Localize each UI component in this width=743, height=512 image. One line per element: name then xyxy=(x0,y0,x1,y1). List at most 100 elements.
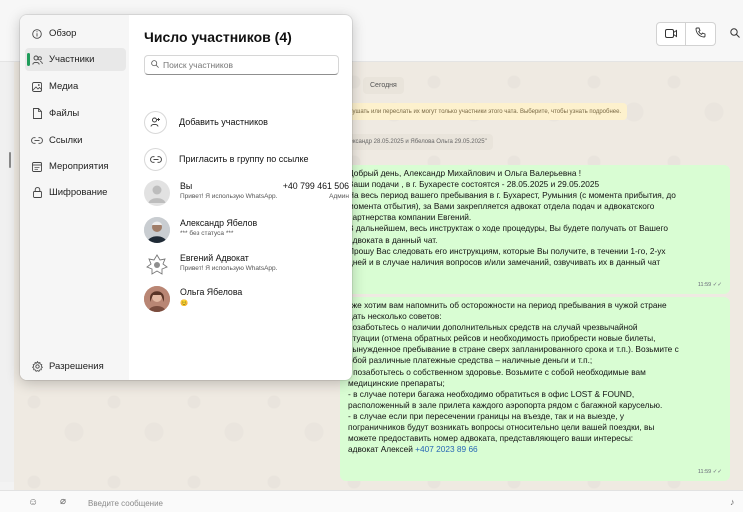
participant-status: Привет! Я использую WhatsApp. xyxy=(180,193,278,200)
participant-name: Вы xyxy=(180,181,193,191)
video-icon xyxy=(665,27,677,41)
nav-item-participants[interactable]: Участники xyxy=(25,48,126,71)
participant-name: Александр Ябелов xyxy=(180,218,258,228)
rail-selection-marker xyxy=(9,152,11,168)
invite-link-button[interactable]: Пригласить в группу по ссылке xyxy=(144,146,344,172)
double-check-icon: ✓✓ xyxy=(712,281,722,288)
avatar xyxy=(144,286,170,312)
message-line: Прошу Вас следовать его инструкциям, кот… xyxy=(348,245,666,256)
message-bubble[interactable]: кже хотим вам напомнить об осторожности … xyxy=(340,297,730,481)
double-check-icon: ✓✓ xyxy=(712,468,722,475)
nav-item-encryption[interactable]: Шифрование xyxy=(25,181,126,204)
add-participants-label: Добавить участников xyxy=(179,117,268,127)
message-line: - в случае потери багажа необходимо обра… xyxy=(348,388,635,399)
message-line: - в случае если при пересечении границы … xyxy=(348,410,625,421)
add-person-icon xyxy=(144,110,167,134)
nav-item-label: Медиа xyxy=(49,81,79,92)
chat-search-button[interactable] xyxy=(726,22,743,46)
panel-nav: Обзор Участники Медиа Файлы Ссылки Мероп… xyxy=(20,15,129,380)
search-icon xyxy=(151,60,159,70)
message-line: На весь период вашего пребывания в г. Бу… xyxy=(348,190,676,201)
nav-item-label: Мероприятия xyxy=(49,161,109,172)
add-participants-button[interactable]: Добавить участников xyxy=(144,109,344,135)
group-info-panel: Обзор Участники Медиа Файлы Ссылки Мероп… xyxy=(20,15,352,380)
link-icon xyxy=(144,147,167,171)
emoji-icon[interactable]: ☺ xyxy=(28,497,38,508)
file-icon xyxy=(25,108,49,119)
nav-item-label: Участники xyxy=(49,54,95,65)
encryption-notice[interactable]: слушать или переслать их могут только уч… xyxy=(340,103,628,120)
nav-item-permissions[interactable]: Разрешения xyxy=(25,355,126,378)
message-line: расположенный в зале прилета каждого аэр… xyxy=(348,399,663,410)
left-rail xyxy=(0,62,14,482)
message-line: медицинские препараты; xyxy=(348,377,445,388)
message-composer: ☺ ⌀ Введите сообщение ♪ xyxy=(0,490,743,512)
avatar xyxy=(144,217,170,243)
attach-icon[interactable]: ⌀ xyxy=(60,496,66,507)
participants-view: Число участников (4) Добавить участников… xyxy=(129,15,352,380)
nav-item-label: Разрешения xyxy=(49,361,104,372)
video-call-button[interactable] xyxy=(656,22,686,46)
message-line: партнерства компании Евгений. xyxy=(348,212,472,223)
nav-item-label: Шифрование xyxy=(49,187,108,198)
message-line: адвоката в данный чат. xyxy=(348,234,438,245)
nav-item-events[interactable]: Мероприятия xyxy=(25,155,126,178)
participant-status: 😊 xyxy=(180,300,189,307)
message-bubble[interactable]: Добрый день, Александр Михайлович и Ольг… xyxy=(340,165,730,294)
admin-badge: Админ xyxy=(329,193,349,200)
message-line: - позаботьтесь о собственном здоровье. В… xyxy=(348,366,646,377)
active-indicator xyxy=(27,53,30,66)
message-line: обой различные платежные средства – нали… xyxy=(348,355,593,366)
settings-icon xyxy=(25,361,49,372)
date-chip: Сегодня xyxy=(363,77,404,94)
invite-link-label: Пригласить в группу по ссылке xyxy=(179,154,309,164)
phone-link[interactable]: +407 2023 89 66 xyxy=(415,444,478,454)
message-timestamp: 11:59 ✓✓ xyxy=(697,468,722,475)
participant-row[interactable]: Евгений Адвокат Привет! Я использую What… xyxy=(144,252,349,278)
calendar-icon xyxy=(25,161,49,172)
nav-item-label: Ссылки xyxy=(49,135,83,146)
message-line: В дальнейшем, весь инструктаж о ходе про… xyxy=(348,223,668,234)
nav-item-overview[interactable]: Обзор xyxy=(25,22,126,45)
participant-phone: +40 799 461 506 xyxy=(282,181,349,191)
message-line: момента отбытия), за Вами закрепляется а… xyxy=(348,201,655,212)
panel-title: Число участников (4) xyxy=(144,29,292,45)
voice-call-button[interactable] xyxy=(686,22,716,46)
participant-search-input[interactable] xyxy=(163,60,333,70)
avatar xyxy=(144,180,170,206)
nav-item-files[interactable]: Файлы xyxy=(25,102,126,125)
participant-status: *** без статуса *** xyxy=(180,230,234,237)
mic-icon[interactable]: ♪ xyxy=(730,497,735,507)
search-icon xyxy=(729,27,740,41)
message-timestamp: 11:59 ✓✓ xyxy=(697,281,722,288)
system-message: лександр 28.05.2025 и Ябелова Ольга 29.0… xyxy=(340,134,493,150)
participant-row[interactable]: Ольга Ябелова 😊 xyxy=(144,286,349,312)
link-icon xyxy=(25,137,49,144)
message-input[interactable]: Введите сообщение xyxy=(88,499,163,508)
phone-icon xyxy=(695,27,706,41)
participant-search[interactable] xyxy=(144,55,339,75)
info-icon xyxy=(25,28,49,39)
message-line: можете предоставить номер адвоката, пред… xyxy=(348,433,634,444)
nav-item-label: Обзор xyxy=(49,28,77,39)
message-line: Добрый день, Александр Михайлович и Ольг… xyxy=(348,168,582,178)
media-icon xyxy=(25,81,49,92)
nav-item-label: Файлы xyxy=(49,108,80,119)
lock-icon xyxy=(25,187,49,198)
message-line: вынужденное пребывание в стране сверх за… xyxy=(348,344,679,355)
message-line: Ваши подачи , в г. Бухаресте состоятся -… xyxy=(348,179,600,190)
participant-status: Привет! Я использую WhatsApp. xyxy=(180,265,278,272)
nav-item-links[interactable]: Ссылки xyxy=(25,129,126,152)
message-line: позаботьтесь о наличии дополнительных ср… xyxy=(348,322,638,333)
participant-name: Евгений Адвокат xyxy=(180,253,249,263)
message-line: адвокат Алексей +407 2023 89 66 xyxy=(348,444,478,455)
participant-row[interactable]: Вы Привет! Я использую WhatsApp. +40 799… xyxy=(144,180,349,206)
avatar xyxy=(144,252,170,278)
nav-item-media[interactable]: Медиа xyxy=(25,75,126,98)
message-line: пограничников будут возникать вопросы от… xyxy=(348,422,655,433)
message-line: дать несколько советов: xyxy=(348,311,442,322)
message-line: итуации (отмена обратных рейсов и необхо… xyxy=(348,333,656,344)
message-line: кже хотим вам напомнить об осторожности … xyxy=(348,300,667,310)
participant-row[interactable]: Александр Ябелов *** без статуса *** xyxy=(144,217,349,243)
message-line: дней и в случае наличия вопросов и/или з… xyxy=(348,256,661,267)
